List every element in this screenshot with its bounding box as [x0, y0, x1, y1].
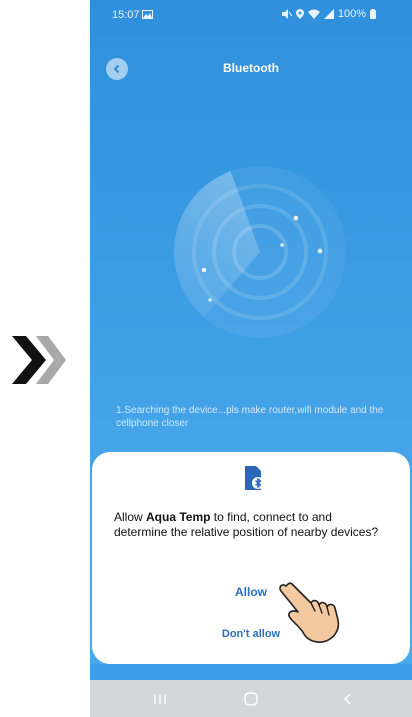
allow-button[interactable]: Allow: [92, 585, 410, 599]
gallery-icon: [142, 10, 153, 19]
nav-back-icon: [343, 693, 351, 705]
status-bar: 15:07 100%: [90, 0, 412, 30]
guide-chevrons-icon: [12, 336, 66, 384]
device-dot: [280, 243, 284, 247]
device-dot: [293, 215, 299, 221]
background-strip: [90, 664, 412, 680]
permission-message-prefix: Allow: [114, 510, 147, 524]
bluetooth-device-icon: [245, 466, 264, 490]
page-title: Bluetooth: [223, 61, 279, 75]
scan-instruction-text: 1.Searching the device...pls make router…: [116, 405, 384, 429]
phone-screen: 15:07 100% Bluetooth 1.Searching the dev…: [90, 0, 412, 717]
permission-message: Allow Aqua Temp to find, connect to and …: [114, 510, 384, 540]
battery-icon: [370, 9, 376, 19]
radar-scan-animation: [174, 166, 346, 338]
dont-allow-button[interactable]: Don't allow: [92, 628, 410, 640]
home-button[interactable]: [241, 690, 261, 708]
status-icons: 100%: [281, 8, 376, 20]
status-time: 15:07: [112, 9, 140, 21]
signal-icon: [323, 9, 334, 19]
battery-percentage: 100%: [337, 8, 366, 20]
system-navigation-bar: [90, 680, 412, 717]
recents-button[interactable]: [150, 690, 170, 708]
recents-icon: [154, 694, 166, 704]
tap-hand-icon: [279, 582, 340, 643]
wifi-icon: [307, 9, 320, 19]
device-dot: [317, 248, 323, 254]
location-icon: [295, 9, 304, 19]
mute-icon: [281, 9, 292, 19]
nav-back-button[interactable]: [338, 690, 358, 708]
app-header: Bluetooth: [90, 52, 412, 86]
device-dot: [208, 298, 212, 302]
device-dot: [202, 268, 206, 272]
bluetooth-permission-dialog: Allow Aqua Temp to find, connect to and …: [92, 452, 410, 664]
chevron-right-icon: [12, 336, 46, 384]
app-name: Aqua Temp: [146, 510, 211, 524]
home-icon: [244, 692, 258, 706]
